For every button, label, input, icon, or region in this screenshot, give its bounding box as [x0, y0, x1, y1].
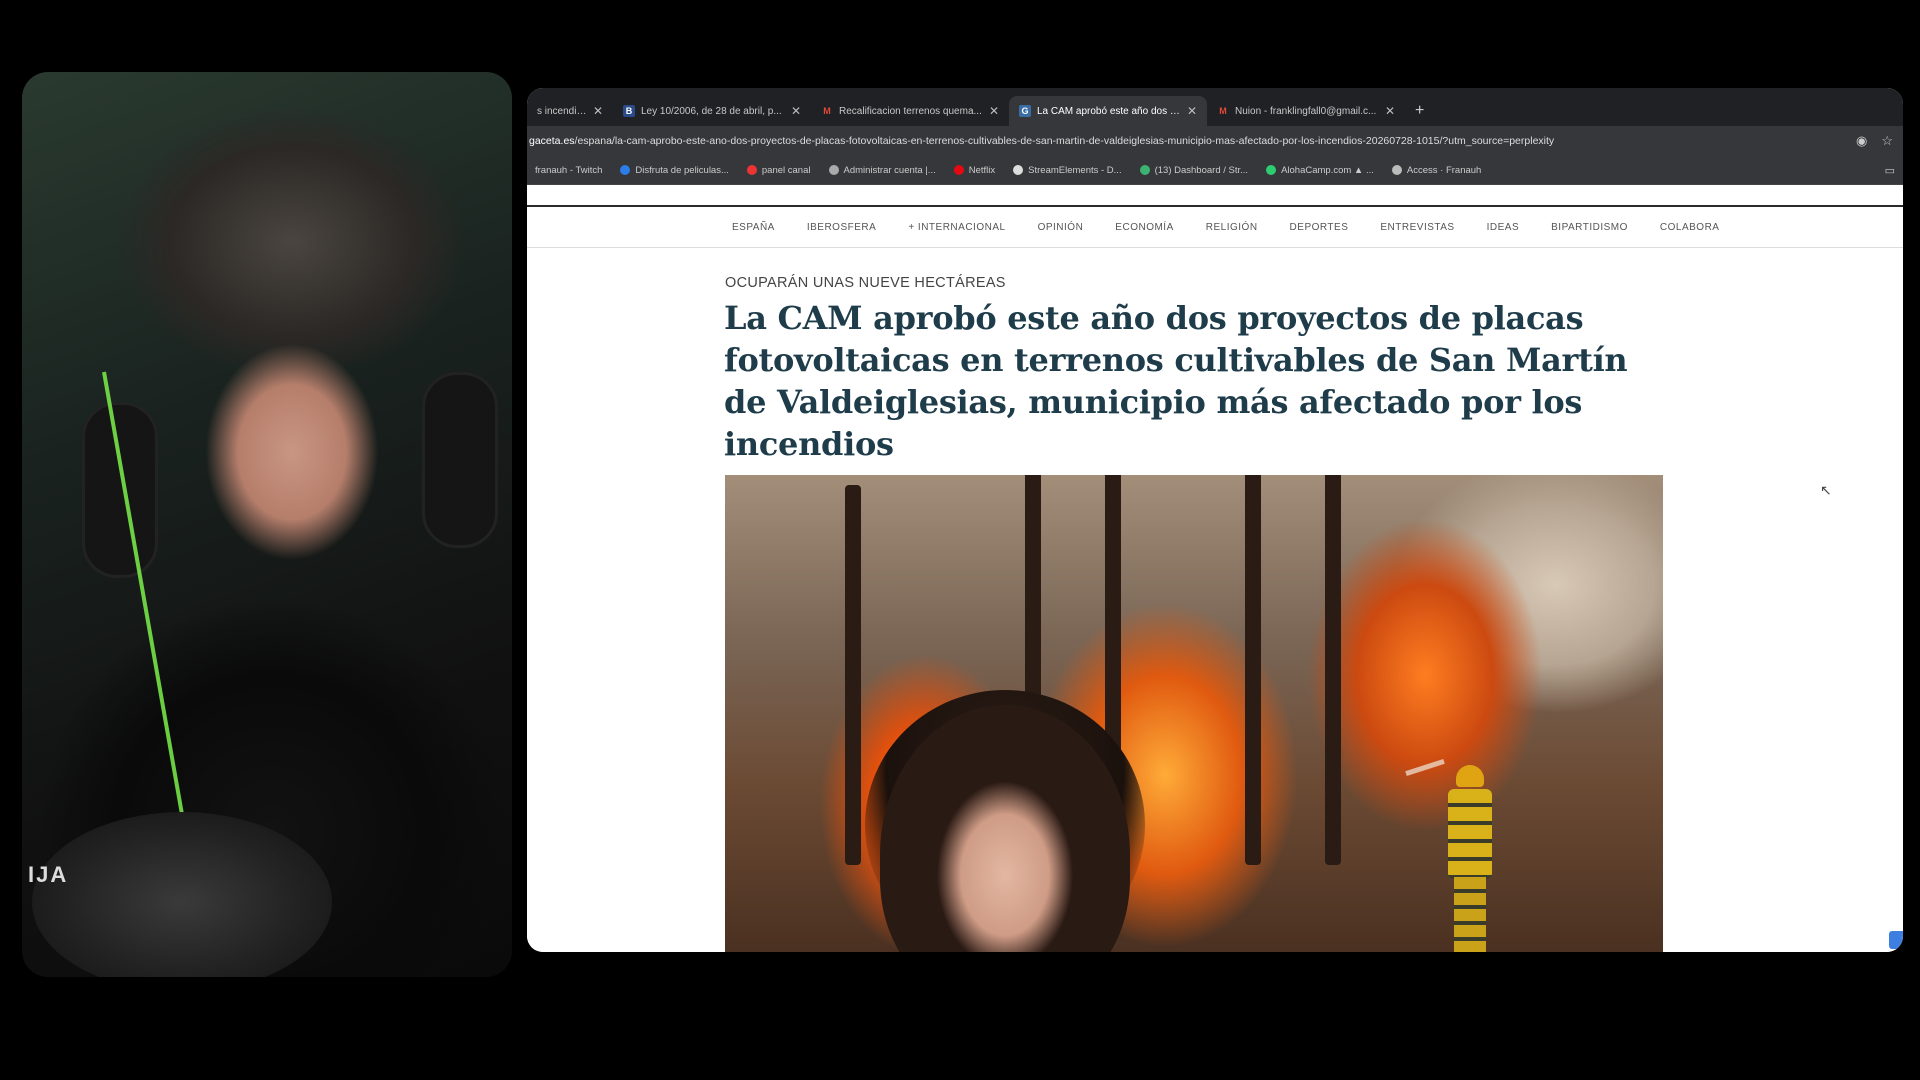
bookmark-item[interactable]: franauh - Twitch: [535, 165, 602, 176]
tab-title: s incendios h: [537, 105, 587, 117]
nav-item[interactable]: + INTERNACIONAL: [908, 222, 1005, 233]
nav-item[interactable]: ECONOMÍA: [1115, 222, 1173, 233]
tree-trunk: [845, 485, 861, 865]
nav-item[interactable]: ESPAÑA: [732, 222, 775, 233]
bookmark-label: AlohaCamp.com ▲ ...: [1281, 164, 1374, 176]
url-domain: gaceta.es: [529, 135, 575, 147]
bookmark-favicon-icon: [1266, 165, 1277, 175]
bookmark-favicon-icon: [746, 165, 757, 175]
firefighter-helmet: [1456, 765, 1484, 787]
headphone-right: [422, 372, 498, 548]
article-kicker: OCUPARÁN UNAS NUEVE HECTÁREAS: [725, 275, 1006, 291]
bookmark-label: panel canal: [761, 164, 811, 176]
bookmark-item[interactable]: Access · Franauh: [1391, 164, 1482, 176]
bookmark-item[interactable]: AlohaCamp.com ▲ ...: [1266, 165, 1374, 176]
bookmark-item[interactable]: panel canal: [746, 164, 811, 176]
tab-title: Recalificacion terrenos quema...: [839, 105, 982, 117]
article-headline: La CAM aprobó este año dos proyectos de …: [724, 299, 1628, 463]
nav-item[interactable]: IBEROSFERA: [807, 222, 876, 233]
bookmark-item[interactable]: (13) Dashboard / Str...: [1139, 164, 1249, 176]
bookmark-item[interactable]: StreamElements - D...: [1013, 164, 1122, 176]
browser-tab[interactable]: B Ley 10/2006, de 28 de abril, p... ✕: [613, 96, 811, 126]
browser-tab[interactable]: G La CAM aprobó este año dos p... ✕: [1009, 96, 1207, 126]
bookmark-item[interactable]: Administrar cuenta |...: [828, 164, 936, 176]
bookmarks-bar: franauh - Twitch Disfruta de peliculas...…: [527, 156, 1903, 185]
bookmark-favicon-icon: [828, 165, 839, 175]
browser-window: s incendios h ✕ B Ley 10/2006, de 28 de abr…: [527, 88, 1903, 952]
article-photo[interactable]: [725, 475, 1663, 952]
site-nav: ESPAÑA IBEROSFERA + INTERNACIONAL OPINIÓN EC…: [527, 207, 1903, 248]
browser-tab[interactable]: M Nuion - franklingfall0@gmail.c... ✕: [1207, 96, 1405, 126]
site-icon: G: [1019, 105, 1031, 117]
nav-item[interactable]: COLABORA: [1660, 222, 1720, 233]
bookmark-label: Administrar cuenta |...: [843, 164, 936, 176]
tree-trunk: [1325, 475, 1341, 865]
close-icon[interactable]: ✕: [1385, 104, 1395, 118]
tab-bar: s incendios h ✕ B Ley 10/2006, de 28 de abr…: [527, 88, 1903, 126]
tab-title: La CAM aprobó este año dos p...: [1037, 105, 1181, 117]
eye-off-icon[interactable]: ◉: [1856, 133, 1867, 149]
gmail-icon: M: [823, 106, 831, 116]
webcam-feed: IJA: [22, 72, 512, 977]
nav-item[interactable]: OPINIÓN: [1038, 222, 1084, 233]
star-icon[interactable]: ☆: [1881, 133, 1893, 149]
tab-title: Ley 10/2006, de 28 de abril, p...: [641, 105, 782, 117]
nav-item[interactable]: ENTREVISTAS: [1380, 222, 1454, 233]
new-tab-button[interactable]: +: [1405, 102, 1434, 126]
close-icon[interactable]: ✕: [593, 104, 603, 118]
bookmark-label: Access · Franauh: [1406, 164, 1482, 176]
article-page: ESPAÑA IBEROSFERA + INTERNACIONAL OPINIÓN EC…: [527, 185, 1903, 952]
newspaper-icon: B: [623, 105, 635, 117]
shirt-text: IJA: [28, 862, 69, 887]
bookmark-favicon-icon: [620, 165, 631, 175]
close-icon[interactable]: ✕: [1187, 104, 1197, 118]
nav-item[interactable]: RELIGIÓN: [1206, 222, 1258, 233]
bookmark-favicon-icon: [1391, 165, 1402, 175]
url-path: /espana/la-cam-aprobo-este-ano-dos-proye…: [574, 135, 1555, 147]
tree-trunk: [1245, 475, 1261, 865]
address-bar[interactable]: gaceta.es/espana/la-cam-aprobo-este-ano-…: [527, 126, 1903, 156]
nav-item[interactable]: BIPARTIDISMO: [1551, 222, 1628, 233]
bookmark-favicon-icon: [1013, 165, 1024, 175]
headphone-left: [82, 402, 158, 578]
bookmark-label: StreamElements - D...: [1028, 164, 1122, 176]
browser-tab[interactable]: s incendios h ✕: [527, 96, 613, 126]
close-icon[interactable]: ✕: [989, 104, 999, 118]
firefighter-trousers: [1454, 877, 1486, 952]
bookmarks-folder-icon[interactable]: ▭: [1885, 164, 1895, 177]
bookmark-label: franauh - Twitch: [535, 164, 603, 176]
firefighter-jacket: [1448, 789, 1492, 879]
bookmark-label: Disfruta de peliculas...: [635, 164, 729, 176]
header-rule: [527, 185, 1903, 207]
nav-item[interactable]: IDEAS: [1487, 222, 1520, 233]
bookmark-favicon-icon: [1139, 165, 1150, 175]
close-icon[interactable]: ✕: [791, 104, 801, 118]
bookmark-favicon-icon: [953, 165, 964, 175]
microphone: [32, 812, 332, 977]
firefighter: [1440, 765, 1500, 952]
bookmark-label: Netflix: [968, 164, 996, 176]
mouse-cursor-icon: ↖: [1820, 482, 1832, 498]
gmail-icon: M: [1219, 106, 1227, 116]
water-spray: [1405, 758, 1445, 777]
tab-title: Nuion - franklingfall0@gmail.c...: [1235, 105, 1377, 117]
bookmark-label: (13) Dashboard / Str...: [1154, 164, 1249, 176]
scroll-indicator[interactable]: [1889, 931, 1903, 949]
bookmark-item[interactable]: Netflix: [953, 164, 996, 176]
nav-item[interactable]: DEPORTES: [1290, 222, 1349, 233]
url-field[interactable]: gaceta.es/espana/la-cam-aprobo-este-ano-…: [529, 135, 1842, 147]
browser-tab[interactable]: M Recalificacion terrenos quema... ✕: [811, 96, 1009, 126]
bookmark-item[interactable]: Disfruta de peliculas...: [620, 164, 729, 176]
